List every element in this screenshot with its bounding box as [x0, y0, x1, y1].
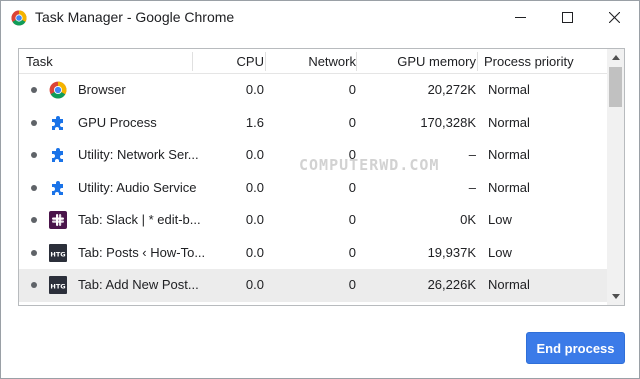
minimize-button[interactable]	[497, 1, 543, 33]
gpu-memory-cell: 170,328K	[420, 114, 476, 130]
svg-text:HTG: HTG	[50, 283, 65, 291]
header-gpu-memory[interactable]: GPU memory	[397, 49, 476, 74]
vertical-scrollbar[interactable]	[607, 49, 624, 305]
row-bullet	[31, 87, 37, 94]
row-bullet	[31, 217, 37, 224]
table-row[interactable]: Tab: Slack | * edit-b... 0.0 0 0K Low	[19, 204, 607, 237]
task-cell: Tab: Slack | * edit-b...	[78, 212, 201, 228]
cpu-cell: 0.0	[245, 147, 264, 163]
minimize-icon	[514, 12, 526, 23]
task-cell: Tab: Posts ‹ How-To...	[78, 244, 206, 260]
gpu-memory-cell: –	[468, 179, 476, 195]
priority-cell: Normal	[488, 82, 530, 98]
row-bullet	[31, 184, 37, 191]
priority-cell: Low	[488, 244, 512, 260]
network-cell: 0	[348, 212, 356, 228]
gpu-memory-cell: 0K	[460, 212, 476, 228]
table-row[interactable]: Utility: Audio Service 0.0 0 – Normal	[19, 172, 607, 205]
header-cpu[interactable]: CPU	[237, 49, 264, 74]
gpu-memory-cell: 26,226K	[427, 277, 476, 293]
network-cell: 0	[348, 147, 356, 163]
gpu-memory-cell: 19,937K	[427, 244, 476, 260]
close-button[interactable]	[591, 1, 637, 33]
svg-text:HTG: HTG	[50, 250, 65, 258]
task-cell: GPU Process	[78, 114, 157, 130]
column-divider[interactable]	[192, 52, 193, 71]
row-bullet	[31, 249, 37, 256]
task-cell: Tab: Add New Post...	[78, 277, 199, 293]
row-bullet	[31, 282, 37, 289]
row-bullet	[31, 152, 37, 159]
gpu-memory-cell: –	[468, 147, 476, 163]
puzzle-icon	[49, 179, 67, 197]
header-network[interactable]: Network	[308, 49, 356, 74]
table-row[interactable]: Utility: Network Ser... 0.0 0 – Normal	[19, 139, 607, 172]
cpu-cell: 0.0	[245, 82, 264, 98]
header-task[interactable]: Task	[26, 49, 53, 74]
network-cell: 0	[348, 277, 356, 293]
slack-icon	[49, 211, 67, 230]
priority-cell: Normal	[488, 277, 530, 293]
network-cell: 0	[348, 244, 356, 260]
header-process-priority[interactable]: Process priority	[484, 49, 574, 74]
network-cell: 0	[348, 82, 356, 98]
maximize-button[interactable]	[544, 1, 590, 33]
priority-cell: Low	[488, 212, 512, 228]
title-bar[interactable]: Task Manager - Google Chrome	[1, 1, 639, 35]
cpu-cell: 0.0	[245, 244, 264, 260]
gpu-memory-cell: 20,272K	[427, 82, 476, 98]
window-title: Task Manager - Google Chrome	[35, 9, 235, 25]
task-cell: Utility: Audio Service	[78, 179, 197, 195]
column-divider[interactable]	[477, 52, 478, 71]
network-cell: 0	[348, 179, 356, 195]
table-row[interactable]: Browser 0.0 0 20,272K Normal	[19, 74, 607, 107]
priority-cell: Normal	[488, 179, 530, 195]
maximize-icon	[561, 11, 573, 23]
puzzle-icon	[49, 146, 67, 164]
priority-cell: Normal	[488, 114, 530, 130]
column-divider[interactable]	[265, 52, 266, 71]
cpu-cell: 1.6	[245, 114, 264, 130]
priority-cell: Normal	[488, 147, 530, 163]
task-cell: Utility: Network Ser...	[78, 147, 199, 163]
column-divider[interactable]	[356, 52, 357, 71]
scroll-down-arrow-icon[interactable]	[607, 288, 624, 305]
chrome-icon	[49, 81, 67, 99]
network-cell: 0	[348, 114, 356, 130]
table-header: Task CPU Network GPU memory Process prio…	[19, 49, 607, 74]
htg-icon: HTG	[49, 243, 67, 262]
scroll-up-arrow-icon[interactable]	[607, 49, 624, 66]
task-cell: Browser	[78, 82, 126, 98]
cpu-cell: 0.0	[245, 277, 264, 293]
table-row[interactable]: GPU Process 1.6 0 170,328K Normal	[19, 107, 607, 140]
task-manager-window: Task Manager - Google Chrome Task CPU Ne…	[0, 0, 640, 379]
end-process-button[interactable]: End process	[526, 332, 625, 364]
cpu-cell: 0.0	[245, 212, 264, 228]
cpu-cell: 0.0	[245, 179, 264, 195]
puzzle-icon	[49, 114, 67, 132]
process-table: Task CPU Network GPU memory Process prio…	[18, 48, 625, 306]
htg-icon: HTG	[49, 276, 67, 295]
scrollbar-thumb[interactable]	[609, 67, 622, 107]
table-row[interactable]: HTG Tab: Add New Post... 0.0 0 26,226K Normal	[19, 269, 607, 302]
close-icon	[608, 11, 620, 23]
row-bullet	[31, 119, 37, 126]
chrome-icon	[11, 10, 27, 26]
table-row[interactable]: HTG Tab: Posts ‹ How-To... 0.0 0 19,937K Low	[19, 237, 607, 270]
